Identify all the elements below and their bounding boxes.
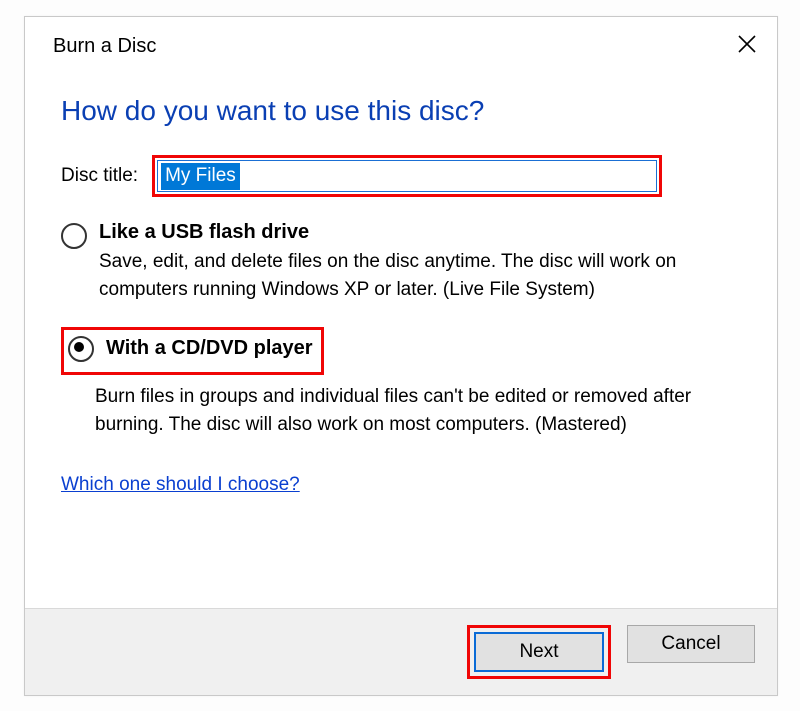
option-desc: Save, edit, and delete files on the disc…: [99, 248, 709, 303]
option-cd-dvd-highlight: With a CD/DVD player: [61, 327, 324, 375]
dialog-title: Burn a Disc: [53, 35, 156, 58]
burn-disc-dialog: Burn a Disc How do you want to use this …: [24, 16, 778, 696]
option-cd-dvd-player[interactable]: With a CD/DVD player: [61, 327, 741, 375]
dialog-heading: How do you want to use this disc?: [61, 95, 741, 127]
option-title: With a CD/DVD player: [106, 337, 313, 360]
option-usb-flash-drive[interactable]: Like a USB flash drive Save, edit, and d…: [61, 221, 741, 303]
disc-title-input[interactable]: My Files: [157, 160, 657, 192]
next-button-highlight: Next: [467, 625, 611, 679]
titlebar: Burn a Disc: [25, 17, 777, 61]
radio-icon: [68, 336, 94, 362]
next-button-label: Next: [519, 641, 558, 663]
disc-title-value: My Files: [161, 163, 240, 190]
disc-title-label: Disc title:: [61, 165, 138, 187]
radio-icon: [61, 223, 87, 249]
disc-title-highlight: My Files: [152, 155, 662, 197]
cancel-button[interactable]: Cancel: [627, 625, 755, 663]
dialog-footer: Next Cancel: [25, 608, 777, 695]
close-icon: [737, 34, 757, 54]
cancel-button-label: Cancel: [661, 633, 720, 655]
close-button[interactable]: [725, 27, 769, 61]
option-title: Like a USB flash drive: [99, 221, 309, 244]
next-button[interactable]: Next: [474, 632, 604, 672]
option-desc: Burn files in groups and individual file…: [95, 383, 705, 438]
option-text: Like a USB flash drive Save, edit, and d…: [99, 221, 741, 303]
disc-title-row: Disc title: My Files: [61, 155, 741, 197]
help-link[interactable]: Which one should I choose?: [61, 474, 300, 496]
dialog-content: How do you want to use this disc? Disc t…: [25, 61, 777, 608]
options-group: Like a USB flash drive Save, edit, and d…: [61, 221, 741, 438]
